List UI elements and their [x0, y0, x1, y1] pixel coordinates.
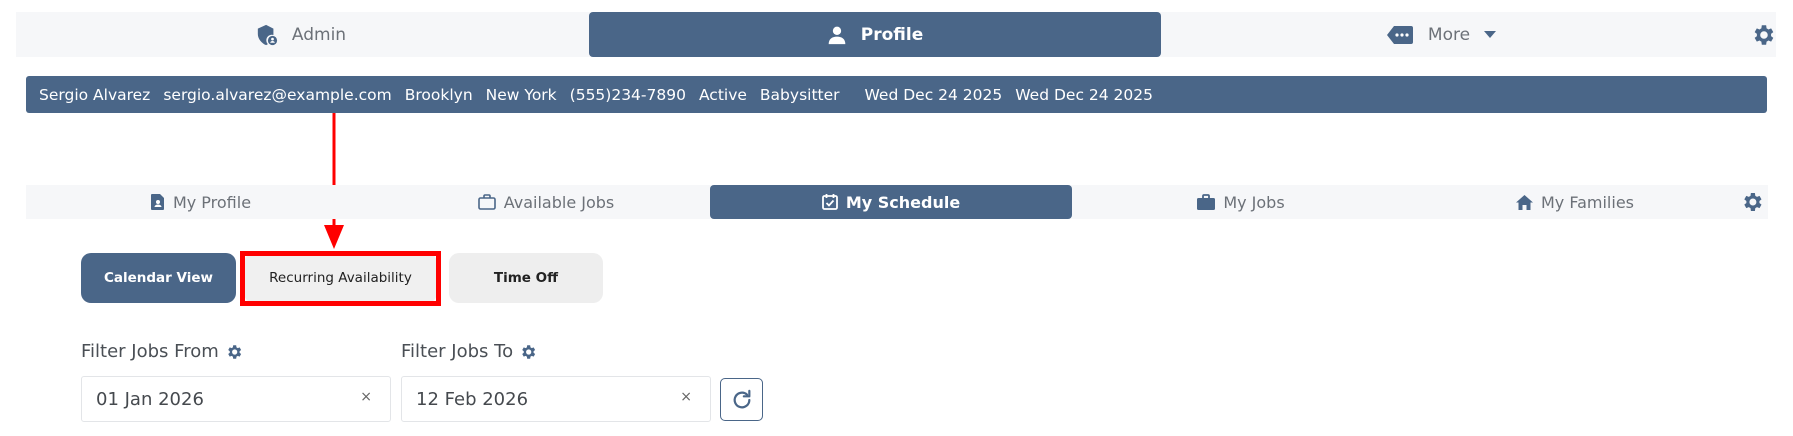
tab-admin[interactable]: Admin: [16, 12, 586, 57]
briefcase-outline-icon: [477, 194, 496, 210]
tab-my-families[interactable]: My Families: [1410, 185, 1740, 219]
time-off-button[interactable]: Time Off: [449, 253, 603, 303]
tab-my-jobs-label: My Jobs: [1223, 192, 1285, 212]
filter-to-label: Filter Jobs To: [401, 341, 537, 362]
gear-icon[interactable]: [225, 343, 243, 361]
id-card-icon: [150, 194, 164, 210]
filter-from-label: Filter Jobs From: [81, 341, 243, 362]
user-city: Brooklyn: [404, 85, 473, 104]
tab-my-profile[interactable]: My Profile: [26, 185, 376, 219]
tab-my-families-label: My Families: [1541, 192, 1634, 212]
gear-icon[interactable]: [519, 343, 537, 361]
tab-my-profile-label: My Profile: [172, 192, 252, 212]
user-name: Sergio Alvarez: [39, 85, 151, 104]
user-icon: [828, 26, 846, 44]
refresh-icon: [733, 389, 750, 408]
filter-from-label-text: Filter Jobs From: [81, 341, 219, 362]
filter-from-value: 01 Jan 2026: [96, 388, 204, 410]
user-phone: (555)234-7890: [569, 85, 686, 104]
filter-from-input[interactable]: 01 Jan 2026 ×: [81, 376, 391, 422]
annotation-highlight-box: [240, 251, 441, 306]
clear-from-button[interactable]: ×: [360, 389, 372, 405]
annotation-arrow: [324, 113, 344, 249]
user-state: New York: [485, 85, 557, 104]
user-date-start: Wed Dec 24 2025: [864, 85, 1003, 104]
tab-my-schedule[interactable]: My Schedule: [710, 185, 1072, 219]
tab-admin-label: Admin: [291, 24, 347, 45]
filter-to-value: 12 Feb 2026: [416, 388, 529, 410]
house-icon: [1516, 194, 1533, 210]
refresh-button[interactable]: [720, 378, 763, 421]
tab-profile[interactable]: Profile: [589, 12, 1161, 57]
tab-available-jobs-label: Available Jobs: [503, 192, 615, 212]
gear-icon[interactable]: [1750, 22, 1776, 48]
tab-more[interactable]: More: [1164, 12, 1732, 57]
tag-dots-icon: [1386, 25, 1413, 44]
caret-down-icon: [1484, 30, 1497, 38]
shield-user-icon: [257, 24, 277, 45]
tab-my-schedule-label: My Schedule: [845, 192, 961, 212]
clear-to-button[interactable]: ×: [680, 389, 692, 405]
user-role: Babysitter: [759, 85, 840, 104]
filter-to-label-text: Filter Jobs To: [401, 341, 514, 362]
briefcase-icon: [1197, 194, 1216, 210]
tab-more-label: More: [1427, 24, 1471, 45]
tab-my-jobs[interactable]: My Jobs: [1072, 185, 1410, 219]
filter-to-input[interactable]: 12 Feb 2026 ×: [401, 376, 711, 422]
user-status: Active: [698, 85, 747, 104]
user-email: sergio.alvarez@example.com: [163, 85, 392, 104]
calendar-check-icon: [821, 194, 838, 210]
user-date-end: Wed Dec 24 2025: [1015, 85, 1154, 104]
user-info-bar: Sergio Alvarez sergio.alvarez@example.co…: [26, 76, 1767, 113]
top-nav: Admin Profile More: [16, 12, 1776, 57]
gear-icon[interactable]: [1740, 190, 1764, 214]
tab-profile-label: Profile: [860, 24, 924, 45]
sub-nav: My Profile Available Jobs My Schedule My…: [26, 185, 1768, 219]
calendar-view-button[interactable]: Calendar View: [81, 253, 236, 303]
tab-available-jobs[interactable]: Available Jobs: [376, 185, 716, 219]
